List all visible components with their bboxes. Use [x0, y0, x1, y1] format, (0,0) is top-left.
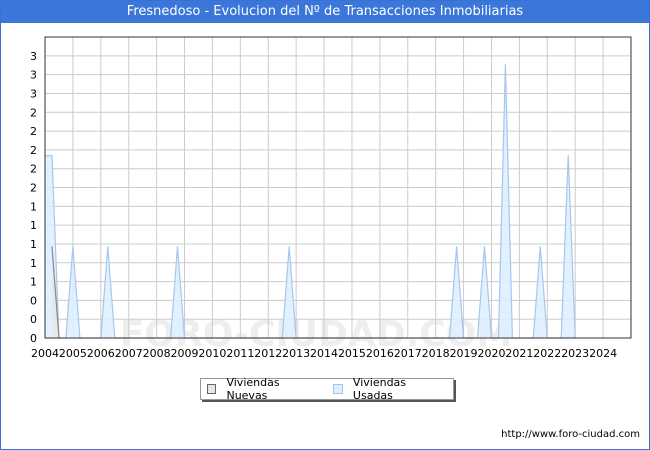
x-tick-label: 2013	[282, 347, 310, 360]
series-usadas-area	[45, 64, 576, 339]
y-tick-label: 0	[30, 332, 37, 345]
x-tick-label: 2024	[589, 347, 617, 360]
x-tick-label: 2019	[450, 347, 478, 360]
legend: Viviendas Nuevas Viviendas Usadas	[200, 376, 454, 402]
x-tick-label: 2022	[533, 347, 561, 360]
x-tick-label: 2009	[171, 347, 199, 360]
y-tick-label: 2	[30, 125, 37, 138]
y-tick-label: 0	[30, 313, 37, 326]
x-tick-label: 2017	[394, 347, 422, 360]
y-tick-label: 2	[30, 106, 37, 119]
x-tick-label: 2010	[198, 347, 226, 360]
y-tick-label: 3	[30, 50, 37, 63]
series-usadas-point	[567, 154, 569, 157]
y-axis: 0 0 0 1 1 1 1 1 2 2 2 2 2 3 3 3	[30, 50, 37, 345]
legend-label-nuevas: Viviendas Nuevas	[226, 376, 280, 402]
series-usadas-point	[51, 154, 53, 157]
source-url[interactable]: http://www.foro-ciudad.com	[501, 429, 640, 440]
y-tick-label: 2	[30, 144, 37, 157]
x-tick-label: 2007	[115, 347, 143, 360]
legend-label-usadas: Viviendas Usadas	[352, 376, 407, 402]
series-usadas-point	[107, 246, 109, 248]
series-usadas-point	[288, 246, 290, 248]
legend-item-usadas: Viviendas Usadas	[333, 376, 443, 402]
y-tick-label: 0	[30, 294, 37, 307]
y-tick-label: 1	[30, 257, 37, 270]
x-tick-label: 2011	[226, 347, 254, 360]
series-usadas-point	[504, 63, 507, 65]
series-usadas-point	[483, 246, 486, 248]
x-tick-label: 2016	[366, 347, 394, 360]
chart-svg: FORO-CIUDAD.COM 0001111122222333 2004 200…	[30, 36, 632, 360]
series-layer	[44, 63, 576, 339]
legend-swatch-nuevas	[207, 384, 217, 394]
x-tick-label: 2004	[31, 347, 59, 360]
y-tick-label: 3	[30, 87, 37, 100]
y-tick-label: 1	[30, 200, 37, 213]
x-tick-label: 2008	[143, 347, 171, 360]
x-tick-label: 2006	[87, 347, 115, 360]
x-tick-label: 2020	[477, 347, 505, 360]
y-tick-label: 1	[30, 219, 37, 232]
series-nuevas-point	[51, 246, 53, 248]
x-tick-label: 2018	[422, 347, 450, 360]
chart-title: Fresnedoso - Evolucion del Nº de Transac…	[1, 1, 649, 23]
y-tick-label: 2	[30, 182, 37, 195]
legend-swatch-usadas	[333, 384, 343, 394]
series-usadas-point	[455, 246, 458, 248]
x-tick-label: 2012	[254, 347, 282, 360]
y-tick-label: 1	[30, 238, 37, 251]
x-tick-label: 2021	[505, 347, 533, 360]
x-tick-label: 2015	[338, 347, 366, 360]
y-tick-label: 3	[30, 69, 37, 82]
series-usadas-point	[176, 246, 179, 248]
series-usadas-point	[539, 246, 541, 248]
chart-frame: Fresnedoso - Evolucion del Nº de Transac…	[0, 0, 650, 450]
legend-item-nuevas: Viviendas Nuevas	[207, 376, 317, 402]
x-axis: 2004 2005 2006 2007 2008 2009 2010 2011 2012 2013…	[31, 347, 617, 360]
x-tick-label: 2023	[561, 347, 589, 360]
series-usadas-point	[72, 246, 74, 248]
x-tick-label: 2005	[59, 347, 87, 360]
y-tick-label: 2	[30, 163, 37, 176]
x-tick-label: 2014	[310, 347, 338, 360]
y-tick-label: 1	[30, 276, 37, 289]
series-usadas-line	[45, 64, 576, 339]
